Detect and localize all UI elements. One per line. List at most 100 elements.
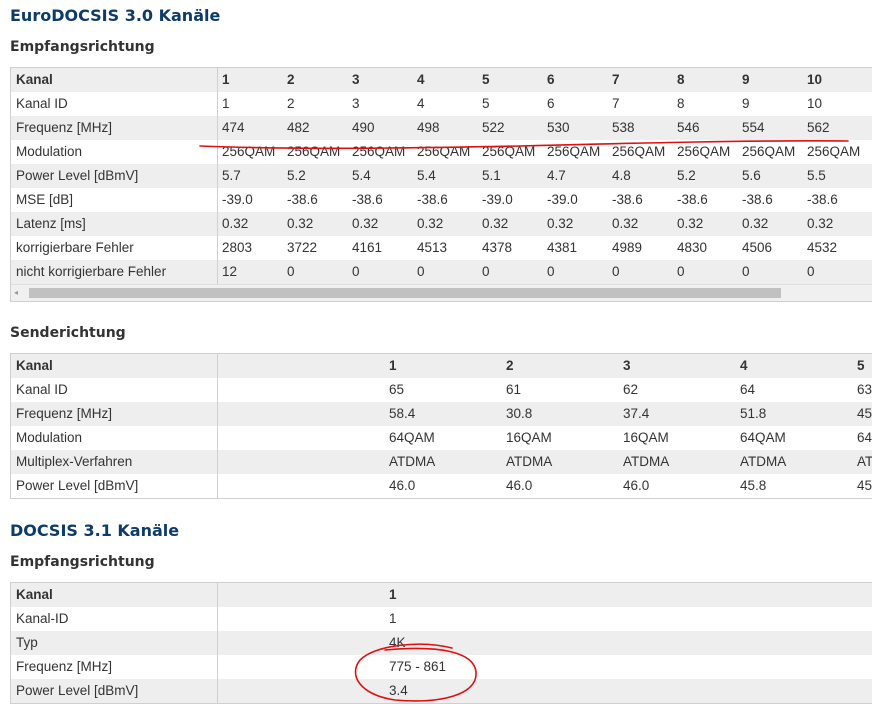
table-cell: 0 — [482, 264, 490, 279]
table-cell: 58.4 — [389, 406, 416, 421]
euro-down-row: nicht korrigierbare Fehler 12 0 0 0 0 0 0 0 0 0 — [11, 260, 872, 284]
table-cell: 4161 — [352, 240, 383, 255]
table-cell: 0.32 — [222, 216, 249, 231]
horizontal-scrollbar[interactable]: ◂ — [11, 284, 872, 301]
table-cell: ATDMA — [389, 454, 436, 469]
column-divider — [217, 92, 218, 116]
euro-down-row: Kanal ID 1 2 3 4 5 6 7 8 9 10 — [11, 92, 872, 116]
table-cell: 3722 — [287, 240, 318, 255]
table-cell: 4.7 — [547, 168, 566, 183]
table-cell: 7 — [612, 96, 620, 111]
row-label: Kanal ID — [16, 382, 68, 397]
table-cell: 12 — [222, 264, 238, 279]
row-label: Modulation — [16, 430, 83, 445]
row-label: Kanal ID — [16, 96, 68, 111]
table-cell: 256QAM — [287, 144, 341, 159]
docsis31-down-row: Frequenz [MHz] 775 - 861 — [11, 655, 872, 679]
euro-down-row: MSE [dB] -39.0 -38.6 -38.6 -38.6 -39.0 -39.0 -3… — [11, 188, 872, 212]
table-cell: 256QAM — [417, 144, 471, 159]
table-cell: ATDMA — [623, 454, 670, 469]
row-label: Latenz [ms] — [16, 216, 86, 231]
column-divider — [217, 474, 218, 498]
column-divider — [217, 426, 218, 450]
table-cell: 256QAM — [742, 144, 796, 159]
row-label: Kanal — [16, 587, 53, 602]
column-divider — [217, 68, 218, 92]
table-cell: 3 — [352, 96, 360, 111]
column-divider — [217, 402, 218, 426]
table-cell: 0.32 — [742, 216, 769, 231]
table-cell: 4989 — [612, 240, 643, 255]
column-divider — [217, 260, 218, 284]
row-label: Kanal — [16, 358, 53, 373]
table-cell: 256QAM — [482, 144, 536, 159]
table-cell: 65 — [389, 382, 405, 397]
row-label: Power Level [dBmV] — [16, 683, 139, 698]
docsis31-down-row: Power Level [dBmV] 3.4 — [11, 679, 872, 703]
table-cell: 37.4 — [623, 406, 650, 421]
row-label: Frequenz [MHz] — [16, 120, 113, 135]
table-cell: 51.8 — [740, 406, 767, 421]
table-cell: 46.0 — [506, 478, 533, 493]
table-cell: 4 — [417, 96, 425, 111]
table-cell: AT — [857, 454, 872, 469]
euro-down-row: Modulation 256QAM 256QAM 256QAM 256QAM 256QAM… — [11, 140, 872, 164]
arrow-left-icon[interactable]: ◂ — [14, 288, 18, 298]
table-cell: -38.6 — [417, 192, 448, 207]
table-cell: 6 — [547, 72, 555, 87]
table-cell: 554 — [742, 120, 765, 135]
table-cell: -38.6 — [287, 192, 318, 207]
euro-down-row: Latenz [ms] 0.32 0.32 0.32 0.32 0.32 0.32 0.32 0… — [11, 212, 872, 236]
table-cell: 4378 — [482, 240, 513, 255]
row-label: nicht korrigierbare Fehler — [16, 264, 167, 279]
table-cell: 0 — [742, 264, 750, 279]
table-cell: 0 — [547, 264, 555, 279]
table-cell: -39.0 — [482, 192, 513, 207]
scrollbar-thumb[interactable] — [29, 288, 781, 298]
row-label: Multiplex-Verfahren — [16, 454, 133, 469]
column-divider — [217, 116, 218, 140]
column-divider — [217, 450, 218, 474]
table-cell: 4.8 — [612, 168, 631, 183]
table-cell: 1 — [222, 96, 230, 111]
table-cell: -38.6 — [612, 192, 643, 207]
table-cell: 64 — [857, 430, 872, 445]
table-cell: 482 — [287, 120, 310, 135]
table-cell: 775 - 861 — [389, 659, 447, 674]
euro-up-row: Power Level [dBmV] 46.0 46.0 46.0 45.8 45 — [11, 474, 872, 498]
column-divider — [217, 140, 218, 164]
row-label: Power Level [dBmV] — [16, 478, 139, 493]
column-divider — [217, 354, 218, 378]
table-cell: 10 — [807, 96, 823, 111]
table-cell: 0.32 — [677, 216, 704, 231]
table-cell: 498 — [417, 120, 440, 135]
table-cell: 5 — [482, 72, 490, 87]
row-label: Typ — [16, 635, 38, 650]
column-divider — [217, 583, 218, 607]
euro-up-row: Kanal ID 65 61 62 64 63 — [11, 378, 872, 402]
docsis31-downstream-table: Kanal 1 Kanal-ID 1 Typ 4K Frequenz [MHz] 775 - … — [10, 582, 872, 704]
row-label: korrigierbare Fehler — [16, 240, 134, 255]
table-cell: 256QAM — [807, 144, 861, 159]
table-cell: 64 — [740, 382, 756, 397]
table-cell: 0 — [612, 264, 620, 279]
table-cell: 2 — [287, 96, 295, 111]
table-cell: 5.2 — [287, 168, 306, 183]
table-cell: 4K — [389, 635, 406, 650]
table-cell: 546 — [677, 120, 700, 135]
euro-down-row: Kanal 1 2 3 4 5 6 7 8 9 10 — [11, 68, 872, 92]
table-cell: 5.1 — [482, 168, 501, 183]
euro-downstream-title: Empfangsrichtung — [10, 39, 155, 55]
table-cell: 4532 — [807, 240, 838, 255]
euro-up-row: Multiplex-Verfahren ATDMA ATDMA ATDMA ATDMA A… — [11, 450, 872, 474]
table-cell: 538 — [612, 120, 635, 135]
row-label: Frequenz [MHz] — [16, 659, 113, 674]
table-cell: 16QAM — [623, 430, 669, 445]
table-cell: 2 — [287, 72, 295, 87]
table-cell: 0.32 — [287, 216, 314, 231]
table-cell: 2803 — [222, 240, 253, 255]
column-divider — [217, 607, 218, 631]
table-cell: 3 — [623, 358, 631, 373]
table-cell: 1 — [389, 611, 397, 626]
table-cell: 256QAM — [352, 144, 406, 159]
